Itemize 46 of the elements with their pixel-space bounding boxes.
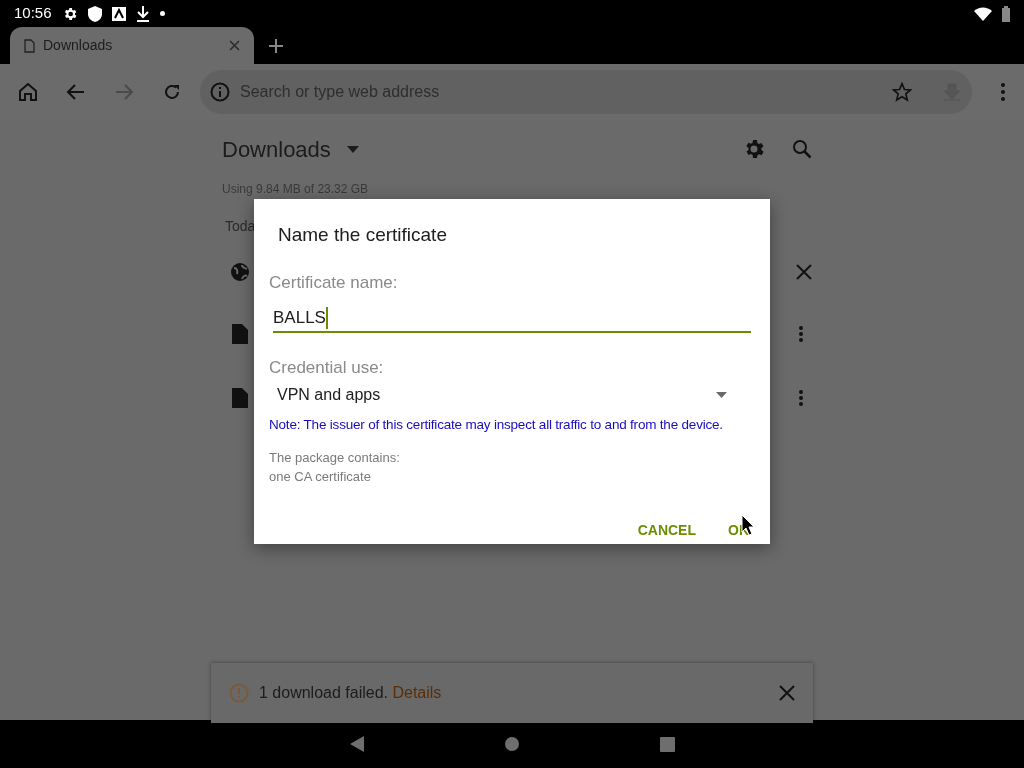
dropdown-icon[interactable] xyxy=(346,145,359,153)
shield-icon xyxy=(87,5,102,22)
globe-icon xyxy=(230,262,250,282)
wifi-icon xyxy=(974,6,992,21)
file-icon xyxy=(232,388,248,408)
more-icon[interactable] xyxy=(798,389,804,407)
close-icon[interactable] xyxy=(229,40,240,51)
home-icon[interactable] xyxy=(18,82,38,102)
search-icon[interactable] xyxy=(792,139,812,159)
snackbar-message: 1 download failed. Details xyxy=(259,683,442,703)
info-icon xyxy=(210,82,230,102)
recents-nav-icon[interactable] xyxy=(659,736,675,752)
dropdown-icon xyxy=(716,392,727,398)
page-icon xyxy=(24,38,35,53)
text-cursor xyxy=(325,306,328,329)
field-label: Credential use: xyxy=(269,356,385,379)
package-info: The package contains: xyxy=(269,449,401,468)
menu-icon[interactable] xyxy=(1000,82,1006,102)
file-icon xyxy=(232,324,248,344)
details-link[interactable]: Details xyxy=(392,684,442,701)
download-icon xyxy=(135,5,150,22)
new-tab-icon[interactable] xyxy=(268,38,284,54)
home-nav-icon[interactable] xyxy=(503,736,520,752)
status-time: 10:56 xyxy=(14,3,52,24)
warning-note: Note: The issuer of this certificate may inspect all traffic to and from the device. xyxy=(269,416,724,434)
dialog-title: Name the certificate xyxy=(278,223,448,247)
page-title: Downloads xyxy=(222,135,331,164)
star-icon[interactable] xyxy=(892,82,912,102)
battery-icon xyxy=(1002,5,1010,22)
field-value: BALLS xyxy=(273,307,326,329)
back-icon[interactable] xyxy=(66,82,86,102)
back-nav-icon[interactable] xyxy=(349,736,364,752)
section-heading: Toda xyxy=(225,217,256,236)
more-icon[interactable] xyxy=(798,325,804,343)
dot-icon xyxy=(159,11,165,16)
close-icon[interactable] xyxy=(779,685,795,701)
reload-icon[interactable] xyxy=(162,82,182,102)
dialog-button[interactable]: CANCEL xyxy=(627,512,706,549)
certificate-name-field[interactable]: BALLS xyxy=(273,305,751,333)
warning-icon xyxy=(229,683,249,703)
close-icon[interactable] xyxy=(796,264,812,280)
field-label: Certificate name: xyxy=(269,271,399,294)
app-icon xyxy=(111,6,126,21)
browser-tab[interactable]: Downloads xyxy=(10,27,254,64)
package-item: one CA certificate xyxy=(269,468,372,487)
credential-use-dropdown[interactable]: VPN and apps xyxy=(269,383,755,407)
